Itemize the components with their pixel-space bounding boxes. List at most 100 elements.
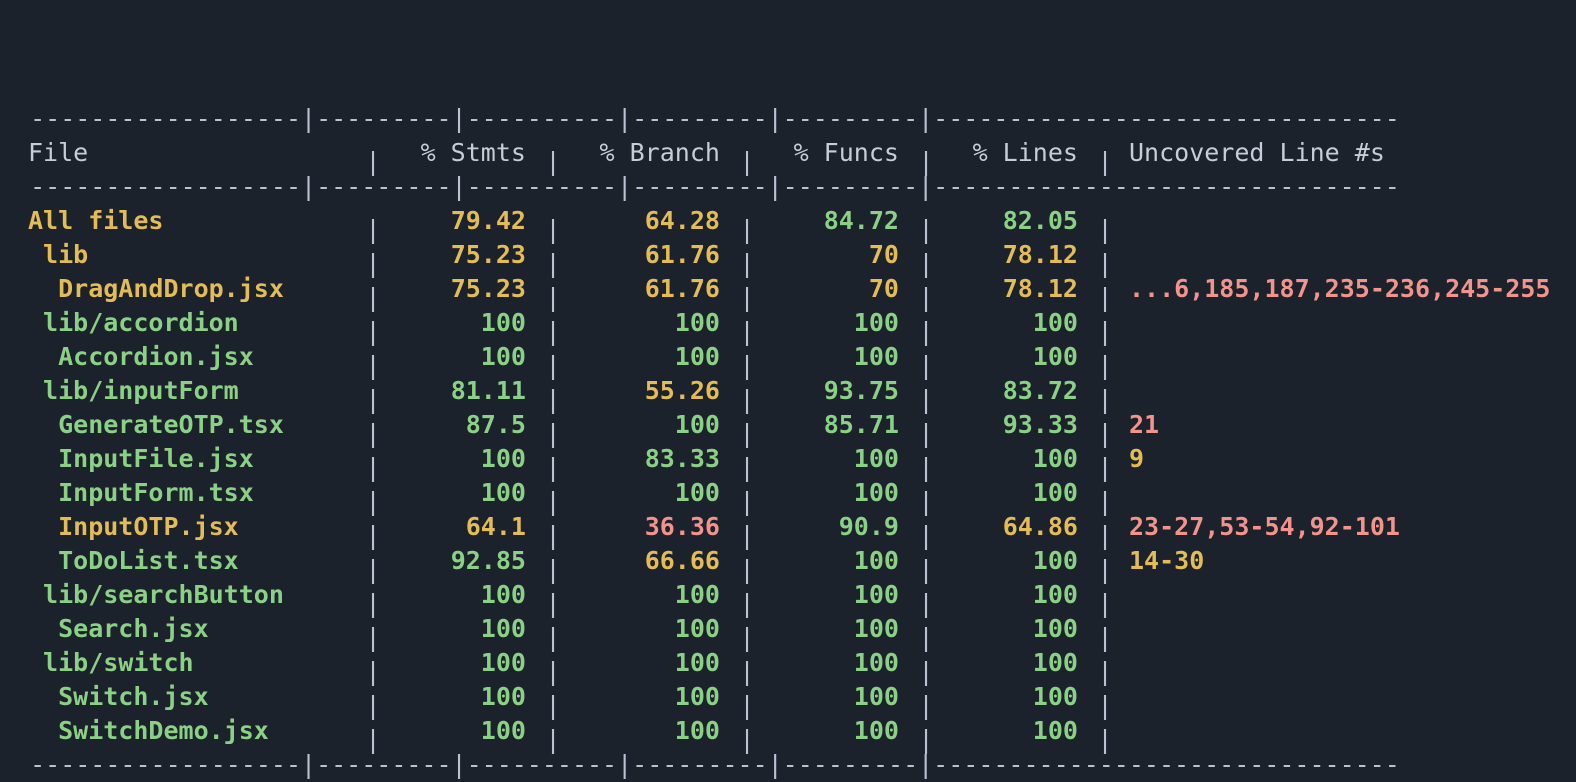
cell-file: All files: [28, 206, 164, 235]
cell-stmts: 75.23: [450, 274, 541, 303]
cell-branch: 61.76: [644, 274, 735, 303]
cell-stmts: 100: [480, 716, 541, 745]
cell-stmts: 100: [480, 444, 541, 473]
cell-uncovered-lines: 21: [1129, 410, 1160, 439]
cell-lines: 100: [1032, 648, 1093, 677]
cell-funcs: 100: [853, 308, 914, 337]
cell-file: SwitchDemo.jsx: [28, 716, 269, 745]
cell-funcs: 93.75: [823, 376, 914, 405]
cell-funcs: 70: [868, 240, 914, 269]
cell-funcs: 90.9: [838, 512, 914, 541]
cell-branch: 100: [674, 648, 735, 677]
cell-branch: 66.66: [644, 546, 735, 575]
cell-file: ToDoList.tsx: [28, 546, 239, 575]
cell-funcs: 84.72: [823, 206, 914, 235]
cell-funcs: 100: [853, 682, 914, 711]
cell-funcs: 100: [853, 716, 914, 745]
table-row[interactable]: lib | 75.23 | 61.76 | 70 | 78.12 |: [0, 238, 1576, 278]
cell-funcs: 100: [853, 546, 914, 575]
cell-file: lib/inputForm: [28, 376, 239, 405]
cell-lines: 100: [1032, 342, 1093, 371]
cell-file: lib/searchButton: [28, 580, 284, 609]
cell-lines: 100: [1032, 546, 1093, 575]
cell-funcs: 100: [853, 614, 914, 643]
table-header-rule: ------------------|---------|----------|…: [0, 172, 1400, 201]
table-row[interactable]: lib/switch | 100 | 100 | 100 | 100 |: [0, 646, 1576, 686]
column-header-lines: % Lines: [972, 138, 1093, 167]
cell-file: Accordion.jsx: [28, 342, 254, 371]
table-row[interactable]: DragAndDrop.jsx | 75.23 | 61.76 | 70 | 78.12 …: [0, 272, 1576, 312]
cell-branch: 64.28: [644, 206, 735, 235]
cell-branch: 100: [674, 410, 735, 439]
column-header-stmts: % Stmts: [420, 138, 541, 167]
cell-file: lib: [28, 240, 89, 269]
column-header-uncovered: Uncovered Line #s: [1129, 138, 1385, 167]
cell-stmts: 100: [480, 682, 541, 711]
table-row[interactable]: lib/accordion | 100 | 100 | 100 | 100 |: [0, 306, 1576, 346]
column-header-branch: % Branch: [599, 138, 735, 167]
table-row[interactable]: lib/inputForm | 81.11 | 55.26 | 93.75 | 83.72…: [0, 374, 1576, 414]
cell-lines: 100: [1032, 444, 1093, 473]
cell-file: lib/accordion: [28, 308, 239, 337]
cell-lines: 100: [1032, 308, 1093, 337]
cell-branch: 100: [674, 308, 735, 337]
cell-stmts: 75.23: [450, 240, 541, 269]
cell-file: InputFile.jsx: [28, 444, 254, 473]
cell-funcs: 70: [868, 274, 914, 303]
cell-branch: 100: [674, 342, 735, 371]
terminal-window: ------------------|---------|----------|…: [0, 0, 1576, 779]
cell-branch: 100: [674, 614, 735, 643]
cell-funcs: 100: [853, 444, 914, 473]
cell-file: Search.jsx: [28, 614, 209, 643]
table-row[interactable]: GenerateOTP.tsx | 87.5 | 100 | 85.71 | 93.33 …: [0, 408, 1576, 448]
table-row[interactable]: lib/searchButton | 100 | 100 | 100 | 100 |: [0, 578, 1576, 618]
cell-branch: 36.36: [644, 512, 735, 541]
table-top-rule: ------------------|---------|----------|…: [0, 104, 1400, 133]
table-row[interactable]: ToDoList.tsx | 92.85 | 66.66 | 100 | 100 | 14-…: [0, 544, 1576, 584]
cell-file: lib/switch: [28, 648, 194, 677]
cell-file: InputOTP.jsx: [28, 512, 239, 541]
cell-file: DragAndDrop.jsx: [28, 274, 284, 303]
table-header-row: File |% Stmts |% Branch |% Funcs |% Lines…: [0, 136, 1576, 176]
cell-stmts: 87.5: [465, 410, 541, 439]
cell-stmts: 100: [480, 308, 541, 337]
cell-uncovered-lines: 9: [1129, 444, 1145, 473]
table-row[interactable]: InputForm.tsx | 100 | 100 | 100 | 100 |: [0, 476, 1576, 516]
cell-lines: 78.12: [1002, 240, 1093, 269]
table-row[interactable]: SwitchDemo.jsx | 100 | 100 | 100 | 100 |: [0, 714, 1576, 754]
cell-stmts: 64.1: [465, 512, 541, 541]
cell-lines: 78.12: [1002, 274, 1093, 303]
column-header-funcs: % Funcs: [793, 138, 914, 167]
table-row[interactable]: InputOTP.jsx | 64.1 | 36.36 | 90.9 | 64.86 | 2…: [0, 510, 1576, 550]
cell-funcs: 100: [853, 580, 914, 609]
cell-branch: 100: [674, 716, 735, 745]
table-row[interactable]: Switch.jsx | 100 | 100 | 100 | 100 |: [0, 680, 1576, 720]
cell-lines: 100: [1032, 682, 1093, 711]
cell-funcs: 100: [853, 648, 914, 677]
cell-uncovered-lines: ...6,185,187,235-236,245-255: [1129, 274, 1551, 303]
coverage-table: ------------------|---------|----------|…: [0, 0, 1576, 782]
table-row[interactable]: All files | 79.42 | 64.28 | 84.72 | 82.05 |: [0, 204, 1576, 244]
cell-stmts: 81.11: [450, 376, 541, 405]
cell-branch: 100: [674, 478, 735, 507]
cell-funcs: 100: [853, 478, 914, 507]
cell-funcs: 85.71: [823, 410, 914, 439]
cell-uncovered-lines: 23-27,53-54,92-101: [1129, 512, 1400, 541]
cell-lines: 100: [1032, 478, 1093, 507]
cell-file: InputForm.tsx: [28, 478, 254, 507]
cell-lines: 100: [1032, 614, 1093, 643]
cell-stmts: 100: [480, 614, 541, 643]
column-header-file: File: [28, 138, 89, 167]
cell-stmts: 100: [480, 478, 541, 507]
cell-file: Switch.jsx: [28, 682, 209, 711]
cell-file: GenerateOTP.tsx: [28, 410, 284, 439]
table-row[interactable]: Accordion.jsx | 100 | 100 | 100 | 100 |: [0, 340, 1576, 380]
table-row[interactable]: Search.jsx | 100 | 100 | 100 | 100 |: [0, 612, 1576, 652]
cell-lines: 100: [1032, 580, 1093, 609]
table-row[interactable]: InputFile.jsx | 100 | 83.33 | 100 | 100 | 9: [0, 442, 1576, 482]
cell-lines: 100: [1032, 716, 1093, 745]
cell-stmts: 100: [480, 580, 541, 609]
cell-branch: 55.26: [644, 376, 735, 405]
cell-stmts: 100: [480, 342, 541, 371]
cell-stmts: 100: [480, 648, 541, 677]
